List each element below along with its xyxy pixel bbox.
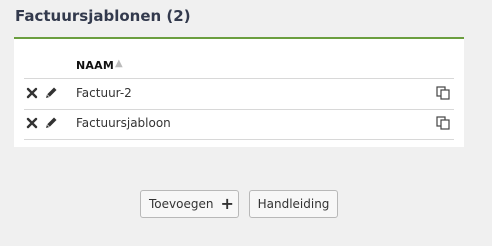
page-title: Factuursjablonen (2) [15, 7, 191, 25]
add-button[interactable]: Toevoegen + [140, 190, 239, 218]
table-header: NAAM ▲ [24, 54, 454, 79]
delete-icon[interactable] [26, 87, 38, 99]
edit-icon[interactable] [44, 86, 58, 100]
sort-ascending-icon[interactable]: ▲ [115, 58, 123, 69]
edit-icon[interactable] [44, 116, 58, 130]
manual-button[interactable]: Handleiding [249, 190, 338, 218]
manual-button-label: Handleiding [257, 197, 330, 211]
table-row: Factuursjabloon [24, 109, 454, 140]
row-name[interactable]: Factuur-2 [76, 86, 132, 100]
table-row: Factuur-2 [24, 79, 454, 110]
copy-icon[interactable] [436, 86, 450, 100]
add-button-label: Toevoegen [149, 197, 214, 211]
delete-icon[interactable] [26, 117, 38, 129]
column-header-name[interactable]: NAAM [76, 59, 114, 72]
templates-panel: NAAM ▲ Factuur-2 Factuursjabloon [14, 37, 464, 147]
plus-icon: + [220, 194, 234, 213]
copy-icon[interactable] [436, 116, 450, 130]
row-name[interactable]: Factuursjabloon [76, 116, 171, 130]
